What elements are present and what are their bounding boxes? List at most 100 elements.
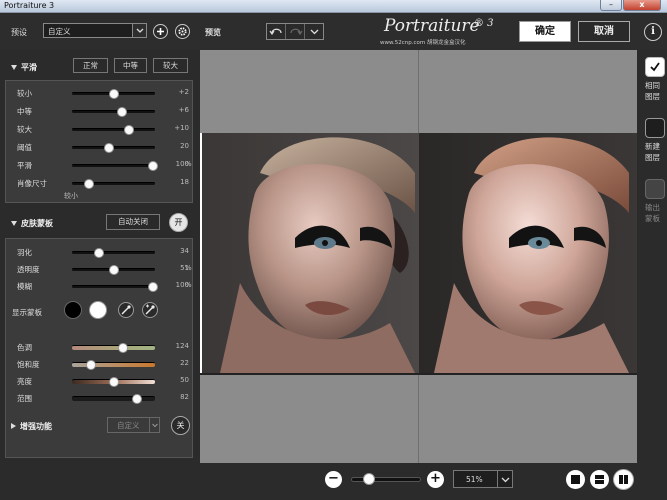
mask-slider-track[interactable] [72,265,155,275]
preset-label: 预设 [11,28,27,37]
zoom-value: 51% [466,475,483,484]
zoom-in-button[interactable]: + [427,471,444,488]
cancel-button[interactable]: 取消 [578,21,630,42]
new-layer-label-2: 图层 [645,153,660,162]
smoothing-slider-knob[interactable] [104,143,115,153]
smoothing-slider-knob[interactable] [109,89,120,99]
mask-slider-knob[interactable] [94,248,105,258]
smoothing-normal-button[interactable]: 正常 [73,58,108,73]
mask-slider-row: 透明度 51% [17,264,192,275]
info-button[interactable]: i [644,23,662,41]
color-slider-knob[interactable] [108,377,119,387]
color-slider-row: 亮度 50 [17,376,192,387]
smoothing-slider-track[interactable] [72,161,158,171]
smoothing-large-button[interactable]: 较大 [153,58,188,73]
color-slider-row: 饱和度 22 [17,359,192,370]
enhance-header[interactable]: 增强功能 [11,421,52,432]
zoom-slider[interactable] [351,473,421,485]
mask-slider-label: 羽化 [17,248,32,257]
settings-panel: 平滑 正常 中等 较大 较小 +2 中等 +6 较大 +10 阈值 20 平滑 100% 肖像尺寸 1… [0,50,200,500]
bottom-toolbar: − + 51% [200,463,637,500]
smoothing-slider-label: 平滑 [17,161,32,170]
smoothing-slider-track[interactable] [72,125,155,135]
smoothing-header[interactable]: 平滑 [11,62,37,73]
color-slider-knob[interactable] [117,343,128,353]
color-slider-label: 饱和度 [17,360,40,369]
mask-slider-track[interactable] [72,248,155,258]
plus-icon [157,28,164,35]
smoothing-section: 较小 +2 中等 +6 较大 +10 阈值 20 平滑 100% 肖像尺寸 18 较小 [5,80,193,203]
close-button[interactable]: x [623,0,661,11]
smoothing-slider-row: 阈值 20 [17,142,192,153]
undo-button[interactable] [267,24,286,39]
same-layer-label-2: 图层 [645,92,660,101]
preset-settings-button[interactable] [175,24,190,39]
skin-mask-toggle[interactable]: 开 [169,213,188,232]
color-slider-value: 50 [180,376,189,384]
smoothing-slider-row: 较小 +2 [17,88,192,99]
smoothing-medium-button[interactable]: 中等 [114,58,147,73]
app-logo: Portraiture ® 3 www.52cnp.com 胡钢龙金盒汉化 [380,16,500,48]
mask-slider-knob[interactable] [109,265,120,275]
color-slider-knob[interactable] [86,360,97,370]
eyedropper-plus-button[interactable] [142,302,158,318]
color-slider-knob[interactable] [131,394,142,404]
smoothing-slider-track[interactable] [72,143,155,153]
color-slider-value: 82 [180,393,189,401]
smoothing-slider-knob[interactable] [83,179,94,189]
new-layer-checkbox[interactable] [645,118,665,138]
smoothing-slider-value: 20 [180,142,189,150]
color-slider-row: 色调 124 [17,342,192,353]
auto-close-button[interactable]: 自动关闭 [106,214,160,230]
smoothing-slider-track[interactable] [72,107,155,117]
smoothing-slider-unit: % [185,160,192,168]
split-vertical-button[interactable] [614,470,633,489]
mask-slider-unit: % [185,264,192,272]
minimize-button[interactable]: – [600,0,622,11]
color-slider-track[interactable] [72,394,155,404]
mask-white-swatch[interactable] [89,301,107,319]
undo-icon [269,28,282,36]
smoothing-slider-track[interactable] [72,179,155,189]
zoom-slider-knob[interactable] [363,473,375,485]
add-preset-button[interactable] [153,24,168,39]
eyedropper-button[interactable] [118,302,134,318]
color-slider-track[interactable] [72,343,155,353]
smoothing-slider-label: 较大 [17,125,32,134]
zoom-dropdown[interactable]: 51% [453,470,513,488]
mask-black-swatch[interactable] [64,301,82,319]
zoom-out-button[interactable]: − [325,471,342,488]
smoothing-slider-track[interactable] [72,89,155,99]
output-mask-label-1: 输出 [645,203,660,212]
smoothing-slider-knob[interactable] [147,161,158,171]
history-menu-button[interactable] [305,24,324,39]
color-slider-label: 色调 [17,343,32,352]
same-layer-label-1: 相同 [645,81,660,90]
ok-button[interactable]: 确定 [519,21,571,42]
mask-slider-track[interactable] [72,282,158,292]
mask-slider-value: 34 [180,247,189,255]
mask-slider-unit: % [185,281,192,289]
skin-mask-header[interactable]: 皮肤蒙板 [11,218,53,229]
preset-dropdown[interactable]: 自定义 [43,23,147,38]
output-mask-label-2: 蒙板 [645,214,660,223]
expand-triangle-icon [11,423,16,429]
smoothing-slider-knob[interactable] [124,125,135,135]
smoothing-slider-knob[interactable] [116,107,127,117]
mask-slider-row: 模糊 100% [17,281,192,292]
mask-slider-knob[interactable] [147,282,158,292]
color-slider-track[interactable] [72,377,155,387]
enhance-preset-dropdown[interactable]: 自定义 [107,417,160,433]
output-mask-checkbox[interactable] [645,179,665,199]
smoothing-slider-label: 较小 [17,89,32,98]
collapse-triangle-icon [11,221,17,226]
same-layer-checkbox[interactable] [645,57,665,77]
single-view-button[interactable] [566,470,585,489]
color-slider-track[interactable] [72,360,155,370]
enhance-toggle[interactable]: 关 [171,416,190,435]
chevron-down-icon [310,29,319,35]
redo-button[interactable] [286,24,305,39]
preview-area[interactable] [200,50,637,463]
smoothing-slider-row: 肖像尺寸 18 [17,178,192,189]
split-horizontal-button[interactable] [590,470,609,489]
